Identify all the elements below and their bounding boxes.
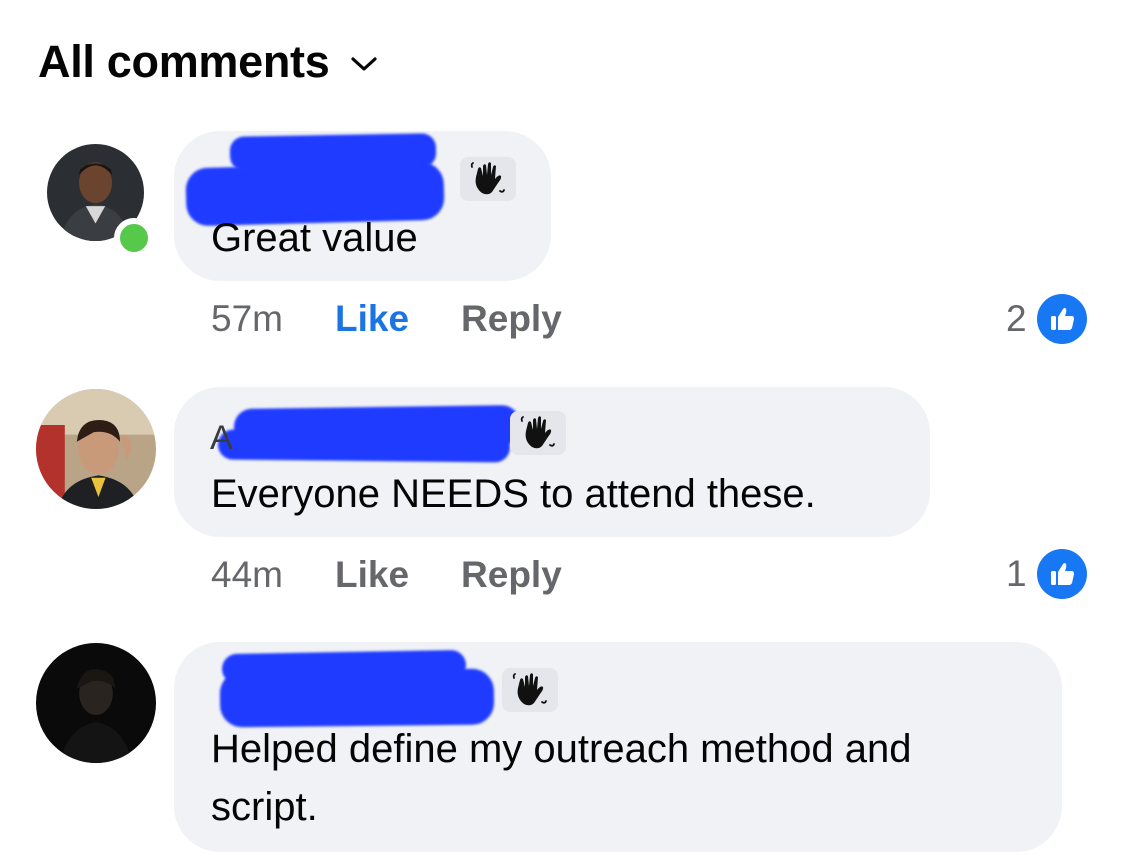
reaction-summary[interactable]: 2 xyxy=(1006,294,1087,344)
redaction-mark xyxy=(219,668,495,728)
comments-panel: All comments Great value 57m Like Reply … xyxy=(0,0,1125,858)
reaction-count: 1 xyxy=(1006,553,1027,594)
comment-bubble[interactable]: A Everyone NEEDS to attend these. xyxy=(174,387,930,537)
new-member-badge[interactable] xyxy=(460,157,516,201)
online-status-dot xyxy=(114,218,154,258)
redaction-mark xyxy=(217,429,511,463)
wave-icon xyxy=(470,162,505,195)
thumbs-up-icon xyxy=(1036,294,1087,344)
reaction-summary[interactable]: 1 xyxy=(1006,549,1087,599)
comments-filter-label: All comments xyxy=(38,36,330,87)
reply-button[interactable]: Reply xyxy=(461,554,562,596)
comment-text: Everyone NEEDS to attend these. xyxy=(211,472,816,516)
comment-text: Helped define my outreach method and scr… xyxy=(211,727,912,829)
thumbs-up-icon xyxy=(1036,549,1087,599)
new-member-badge[interactable] xyxy=(510,411,566,455)
chevron-down-icon xyxy=(351,57,378,71)
like-button[interactable]: Like xyxy=(335,298,409,340)
comments-filter-dropdown[interactable]: All comments xyxy=(38,36,378,88)
like-button[interactable]: Like xyxy=(335,554,409,596)
wave-icon xyxy=(520,416,555,449)
reaction-count: 2 xyxy=(1006,298,1027,339)
author-initial: A xyxy=(210,419,233,457)
comment-timestamp[interactable]: 57m xyxy=(211,298,283,340)
wave-icon xyxy=(512,673,547,706)
new-member-badge[interactable] xyxy=(502,668,558,712)
comment-actions: 57m Like Reply xyxy=(211,298,562,340)
reply-button[interactable]: Reply xyxy=(461,298,562,340)
comment-bubble[interactable]: Great value xyxy=(174,131,551,281)
avatar[interactable] xyxy=(36,643,156,763)
comment-timestamp[interactable]: 44m xyxy=(211,554,283,596)
comment-actions: 44m Like Reply xyxy=(211,554,562,596)
avatar[interactable] xyxy=(36,389,156,509)
comment-text: Great value xyxy=(211,216,418,260)
comment-bubble[interactable]: Helped define my outreach method and scr… xyxy=(174,642,1062,852)
